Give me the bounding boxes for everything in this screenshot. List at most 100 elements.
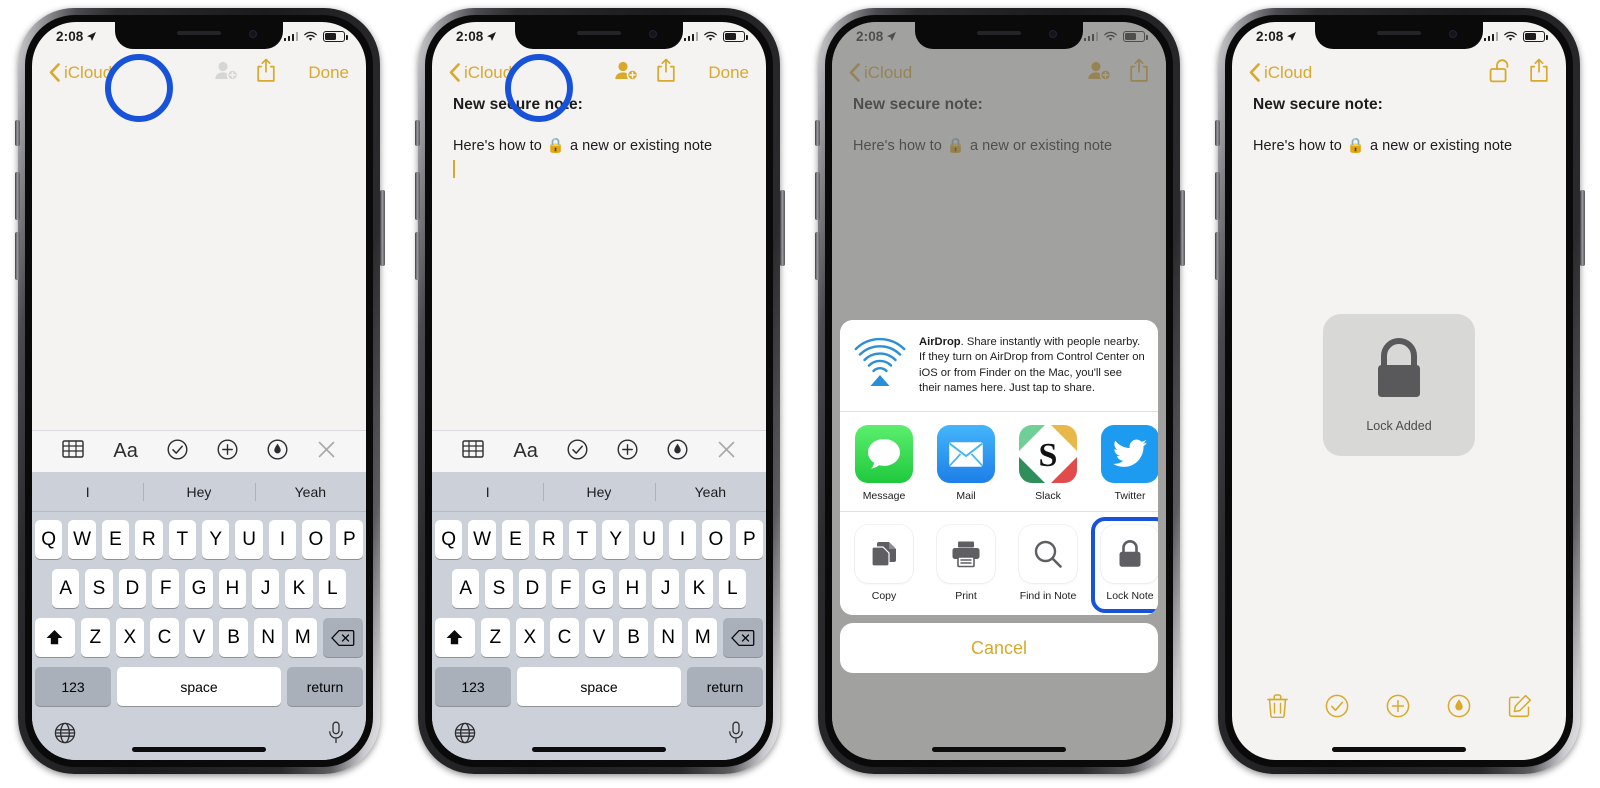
key-m[interactable]: M — [288, 618, 318, 657]
plus-circle-icon[interactable] — [217, 438, 238, 465]
unlock-icon[interactable] — [1489, 58, 1512, 88]
volume-down-button[interactable] — [1215, 232, 1220, 280]
key-d[interactable]: D — [118, 569, 146, 608]
volume-down-button[interactable] — [15, 232, 20, 280]
prediction-2[interactable]: Yeah — [255, 484, 366, 500]
key-m[interactable]: M — [688, 618, 718, 657]
key-h[interactable]: H — [218, 569, 246, 608]
key-j[interactable]: J — [251, 569, 280, 608]
close-icon[interactable] — [317, 440, 336, 464]
key-y[interactable]: Y — [202, 520, 230, 559]
close-icon[interactable] — [717, 440, 736, 464]
key-f[interactable]: F — [152, 569, 180, 608]
format-aa-icon[interactable]: Aa — [113, 440, 137, 463]
delete-icon[interactable] — [723, 618, 764, 657]
shift-icon[interactable] — [434, 618, 475, 657]
prediction-0[interactable]: I — [432, 484, 543, 500]
share-action-print[interactable]: Print — [936, 525, 996, 602]
volume-down-button[interactable] — [415, 232, 420, 280]
key-z[interactable]: Z — [80, 618, 110, 657]
share-icon[interactable] — [656, 58, 676, 88]
key-u[interactable]: U — [235, 520, 263, 559]
key-o[interactable]: O — [702, 520, 730, 559]
note-content[interactable]: New secure note: Here's how to 🔒 a new o… — [1232, 96, 1566, 154]
key-k[interactable]: K — [685, 569, 713, 608]
space-key[interactable]: space — [517, 667, 681, 706]
prediction-1[interactable]: Hey — [143, 484, 254, 500]
done-button[interactable]: Done — [708, 63, 749, 83]
key-e[interactable]: E — [501, 520, 530, 559]
key-f[interactable]: F — [552, 569, 580, 608]
key-i[interactable]: I — [668, 520, 697, 559]
home-indicator[interactable] — [132, 747, 266, 752]
table-icon[interactable] — [462, 440, 485, 463]
compose-icon[interactable] — [1508, 694, 1532, 723]
silent-switch[interactable] — [415, 120, 420, 146]
key-p[interactable]: P — [335, 520, 364, 559]
plus-circle-icon[interactable] — [1386, 694, 1410, 723]
key-x[interactable]: X — [115, 618, 145, 657]
delete-icon[interactable] — [323, 618, 364, 657]
space-key[interactable]: space — [117, 667, 281, 706]
key-k[interactable]: K — [285, 569, 313, 608]
globe-icon[interactable] — [454, 722, 476, 749]
markup-icon[interactable] — [667, 438, 688, 465]
done-button[interactable]: Done — [308, 63, 349, 83]
home-indicator[interactable] — [1332, 747, 1466, 752]
return-key[interactable]: return — [287, 667, 363, 706]
key-g[interactable]: G — [585, 569, 613, 608]
key-a[interactable]: A — [52, 569, 80, 608]
cancel-button[interactable]: Cancel — [840, 623, 1158, 674]
share-actions-row[interactable]: Copy Print Find in Note Lock Note — [840, 511, 1158, 616]
key-j[interactable]: J — [651, 569, 680, 608]
key-n[interactable]: N — [653, 618, 683, 657]
key-b[interactable]: B — [219, 618, 248, 657]
key-l[interactable]: L — [718, 569, 746, 608]
key-v[interactable]: V — [184, 618, 214, 657]
key-h[interactable]: H — [618, 569, 646, 608]
key-q[interactable]: Q — [34, 520, 63, 559]
prediction-0[interactable]: I — [32, 484, 143, 500]
numbers-key[interactable]: 123 — [435, 667, 511, 706]
power-button[interactable] — [380, 190, 385, 266]
share-app-slack[interactable]: S Slack — [1018, 425, 1078, 502]
share-action-find-in-note[interactable]: Find in Note — [1018, 525, 1078, 602]
markup-icon[interactable] — [267, 438, 288, 465]
key-u[interactable]: U — [635, 520, 663, 559]
globe-icon[interactable] — [54, 722, 76, 749]
checklist-icon[interactable] — [1325, 694, 1349, 723]
numbers-key[interactable]: 123 — [35, 667, 111, 706]
silent-switch[interactable] — [1215, 120, 1220, 146]
key-e[interactable]: E — [101, 520, 130, 559]
key-p[interactable]: P — [735, 520, 764, 559]
airdrop-section[interactable]: AirDrop. Share instantly with people nea… — [840, 320, 1158, 412]
key-s[interactable]: S — [85, 569, 113, 608]
add-person-icon[interactable] — [614, 60, 639, 86]
checklist-icon[interactable] — [567, 438, 588, 465]
note-content[interactable]: New secure note: Here's how to 🔒 a new o… — [432, 96, 766, 178]
share-icon[interactable] — [256, 58, 276, 88]
key-w[interactable]: W — [68, 520, 96, 559]
key-n[interactable]: N — [253, 618, 283, 657]
key-c[interactable]: C — [150, 618, 179, 657]
table-icon[interactable] — [62, 440, 85, 463]
key-t[interactable]: T — [168, 520, 196, 559]
return-key[interactable]: return — [687, 667, 763, 706]
home-indicator[interactable] — [932, 747, 1066, 752]
volume-down-button[interactable] — [815, 232, 820, 280]
volume-up-button[interactable] — [815, 172, 820, 220]
power-button[interactable] — [780, 190, 785, 266]
checklist-icon[interactable] — [167, 438, 188, 465]
shift-icon[interactable] — [34, 618, 75, 657]
key-c[interactable]: C — [550, 618, 579, 657]
key-r[interactable]: R — [135, 520, 163, 559]
share-apps-row[interactable]: Message Mail S Slack Twitter — [840, 411, 1158, 512]
key-y[interactable]: Y — [602, 520, 630, 559]
microphone-icon[interactable] — [328, 721, 344, 749]
key-g[interactable]: G — [185, 569, 213, 608]
volume-up-button[interactable] — [15, 172, 20, 220]
key-a[interactable]: A — [452, 569, 480, 608]
plus-circle-icon[interactable] — [617, 438, 638, 465]
back-to-icloud-button[interactable]: iCloud — [449, 63, 512, 83]
key-b[interactable]: B — [619, 618, 648, 657]
